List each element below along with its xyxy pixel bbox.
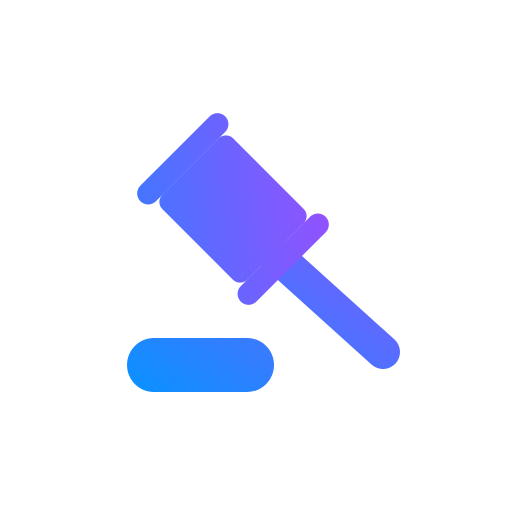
app-icon-canvas <box>0 0 512 512</box>
gavel-base <box>127 338 274 392</box>
gavel-svg <box>127 113 400 392</box>
gavel-icon <box>0 0 512 512</box>
